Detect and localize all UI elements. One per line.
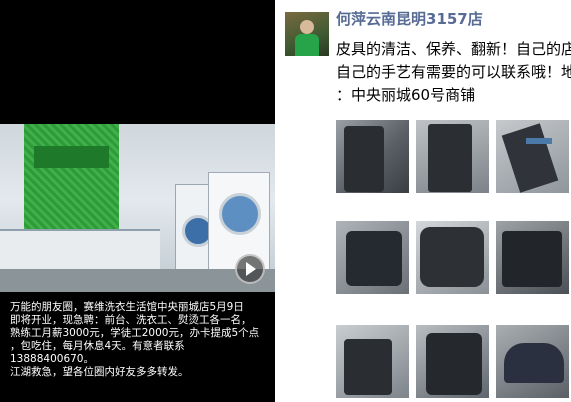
content-line: 皮具的清洁、保养、翻新！自己的店 bbox=[336, 40, 571, 58]
photo-thumb-7[interactable] bbox=[336, 325, 409, 398]
photo-thumb-6[interactable] bbox=[496, 221, 569, 294]
post-line: ，包吃住，每月休息4天。有意者联系 bbox=[10, 340, 185, 352]
floor bbox=[0, 269, 275, 292]
play-icon[interactable] bbox=[235, 254, 265, 284]
photo-thumb-3[interactable] bbox=[496, 120, 569, 193]
user-name[interactable]: 何萍云南昆明3157店 bbox=[336, 8, 483, 29]
photo-thumb-4[interactable] bbox=[336, 221, 409, 294]
left-moment-panel: 万能的朋友圈，赛维洗衣生活馆中央丽城店5月9日 即将开业，现急聘：前台、洗衣工、… bbox=[0, 0, 275, 402]
right-moment-panel: 何萍云南昆明3157店 皮具的清洁、保养、翻新！自己的店 自己的手艺有需要的可以… bbox=[275, 0, 571, 402]
post-phone-line[interactable]: 13888400670。 bbox=[10, 353, 270, 366]
post-line: 万能的朋友圈，赛维洗衣生活馆中央丽城店5月9日 bbox=[10, 301, 244, 313]
store-photo[interactable] bbox=[0, 124, 275, 292]
post-line: 即将开业，现急聘：前台、洗衣工、熨烫工各一名， bbox=[10, 314, 252, 326]
photo-thumb-8[interactable] bbox=[416, 325, 489, 398]
content-line: ：中央丽城60号商铺 bbox=[336, 86, 476, 104]
photo-thumb-1[interactable] bbox=[336, 120, 409, 193]
photo-thumb-2[interactable] bbox=[416, 120, 489, 193]
reception-counter bbox=[0, 229, 160, 271]
photo-thumb-5[interactable] bbox=[416, 221, 489, 294]
post-content: 皮具的清洁、保养、翻新！自己的店 自己的手艺有需要的可以联系哦！地 ：中央丽城6… bbox=[336, 38, 571, 107]
avatar[interactable] bbox=[285, 12, 329, 56]
photo-thumb-9[interactable] bbox=[496, 325, 569, 398]
left-post-text: 万能的朋友圈，赛维洗衣生活馆中央丽城店5月9日 即将开业，现急聘：前台、洗衣工、… bbox=[10, 301, 270, 379]
green-wall-decoration bbox=[24, 124, 119, 234]
post-line: 熟练工月薪3000元，学徒工2000元，办卡提成5个点 bbox=[10, 327, 260, 339]
store-sign bbox=[34, 146, 109, 168]
post-line: 江湖救急，望各位圈内好友多多转发。 bbox=[10, 366, 189, 378]
content-line: 自己的手艺有需要的可以联系哦！地 bbox=[336, 63, 571, 81]
